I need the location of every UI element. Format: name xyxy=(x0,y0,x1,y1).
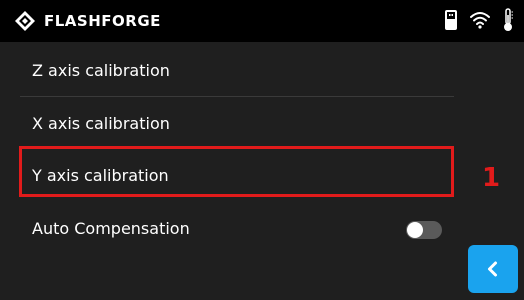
menu-item-x-axis-calibration[interactable]: X axis calibration xyxy=(20,97,454,149)
toggle-knob xyxy=(407,222,423,238)
auto-compensation-toggle[interactable] xyxy=(406,221,442,239)
thermometer-icon xyxy=(504,8,513,31)
top-status-bar: FLASHFORGE xyxy=(0,0,524,42)
status-icons xyxy=(432,8,514,32)
brand: FLASHFORGE xyxy=(14,10,161,32)
back-button[interactable] xyxy=(468,245,518,293)
usb-drive-icon xyxy=(445,10,457,30)
chevron-left-icon xyxy=(488,261,497,277)
menu-item-label: X axis calibration xyxy=(32,113,170,133)
menu-item-label: Auto Compensation xyxy=(32,218,190,238)
menu-item-label: Z axis calibration xyxy=(32,60,170,80)
brand-name: FLASHFORGE xyxy=(44,12,161,30)
flashforge-logo-icon xyxy=(15,11,35,31)
screen: FLASHFORGE Z axis calibration X axis cal… xyxy=(0,0,524,300)
menu-item-z-axis-calibration[interactable]: Z axis calibration xyxy=(20,44,454,97)
highlight-box xyxy=(19,146,454,197)
annotation-number: 1 xyxy=(482,163,501,193)
wifi-icon xyxy=(470,12,490,29)
menu-item-auto-compensation[interactable]: Auto Compensation xyxy=(20,202,454,254)
